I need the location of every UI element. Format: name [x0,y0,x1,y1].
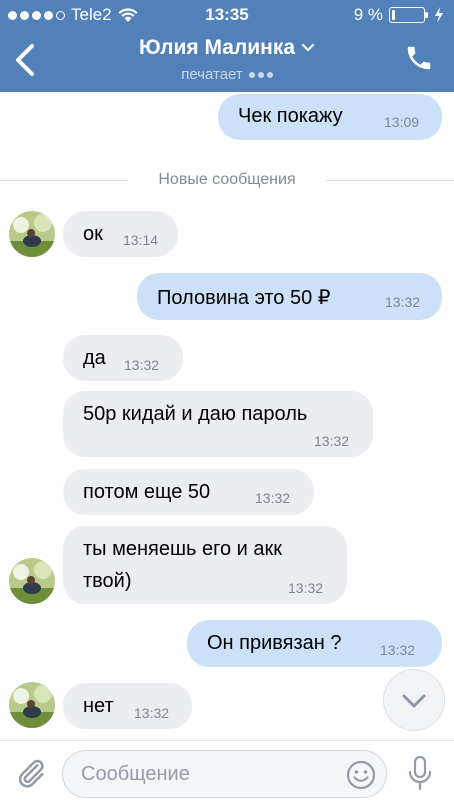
contact-photo [9,682,55,728]
paperclip-icon [18,759,44,788]
chat-title-area[interactable]: Юлия Малинка печатает [80,36,374,83]
message-time: 13:32 [380,642,416,658]
incoming-message[interactable]: 50р кидай и даю пароль 13:32 [63,391,373,457]
outgoing-message[interactable]: Половина это 50 ₽ 13:32 [137,273,442,320]
chat-header: Tele2 13:35 9 % Юлия Малинка печатает [0,0,454,92]
contact-name: Юлия Малинка [138,36,296,59]
outgoing-message[interactable]: Чек покажу 13:09 [218,94,442,140]
charging-icon [435,7,443,23]
contact-photo [9,558,55,604]
message-text: потом еще 50 [83,481,211,503]
message-input[interactable] [81,751,331,797]
incoming-message[interactable]: нет 13:32 [63,683,192,729]
emoji-button[interactable] [345,759,377,791]
incoming-message[interactable]: ок 13:14 [63,211,178,257]
chevron-down-icon [301,43,315,52]
message-time: 13:14 [123,232,159,248]
message-time: 13:32 [288,580,324,596]
incoming-message[interactable]: ты меняешь его и акк твой) 13:32 [63,526,347,604]
chevron-left-icon [16,44,34,76]
back-button[interactable] [8,40,44,80]
message-composer [0,740,454,807]
message-text-line-1: ты меняешь его и акк [83,538,282,560]
message-text: Чек покажу [238,105,343,127]
message-time: 13:32 [255,490,291,506]
message-time: 13:32 [124,357,160,373]
message-text: Он привязан ? [207,632,342,654]
scroll-down-button[interactable] [383,669,445,731]
avatar[interactable] [9,558,55,604]
avatar[interactable] [9,211,55,257]
message-text: да [83,347,106,369]
message-time: 13:09 [384,114,420,130]
message-input-box[interactable] [62,750,387,798]
typing-status: печатает [181,66,243,83]
new-messages-divider: Новые сообщения [0,168,454,192]
message-time: 13:32 [385,294,421,310]
message-text: 50р кидай и даю пароль [83,403,308,425]
incoming-message[interactable]: да 13:32 [63,335,183,381]
microphone-icon [408,755,432,791]
voice-message-button[interactable] [404,754,436,794]
battery-icon [389,7,425,23]
phone-icon [407,46,431,70]
contact-photo [9,211,55,257]
chevron-down-icon [402,694,426,708]
message-text: Половина это 50 ₽ [157,287,331,309]
battery-level [392,10,395,20]
battery-percent: 9 % [353,5,383,24]
message-text: ок [83,223,103,245]
attach-button[interactable] [14,755,48,791]
message-text: нет [83,695,114,717]
incoming-message[interactable]: потом еще 50 13:32 [63,469,314,515]
smile-icon [346,760,376,790]
call-button[interactable] [404,42,434,74]
avatar[interactable] [9,682,55,728]
message-time: 13:32 [134,705,170,721]
typing-dots-icon [248,71,273,78]
outgoing-message[interactable]: Он привязан ? 13:32 [187,620,442,667]
message-time: 13:32 [314,433,350,449]
status-bar: Tele2 13:35 9 % [0,0,454,30]
message-text-line-2: твой) [83,570,132,592]
